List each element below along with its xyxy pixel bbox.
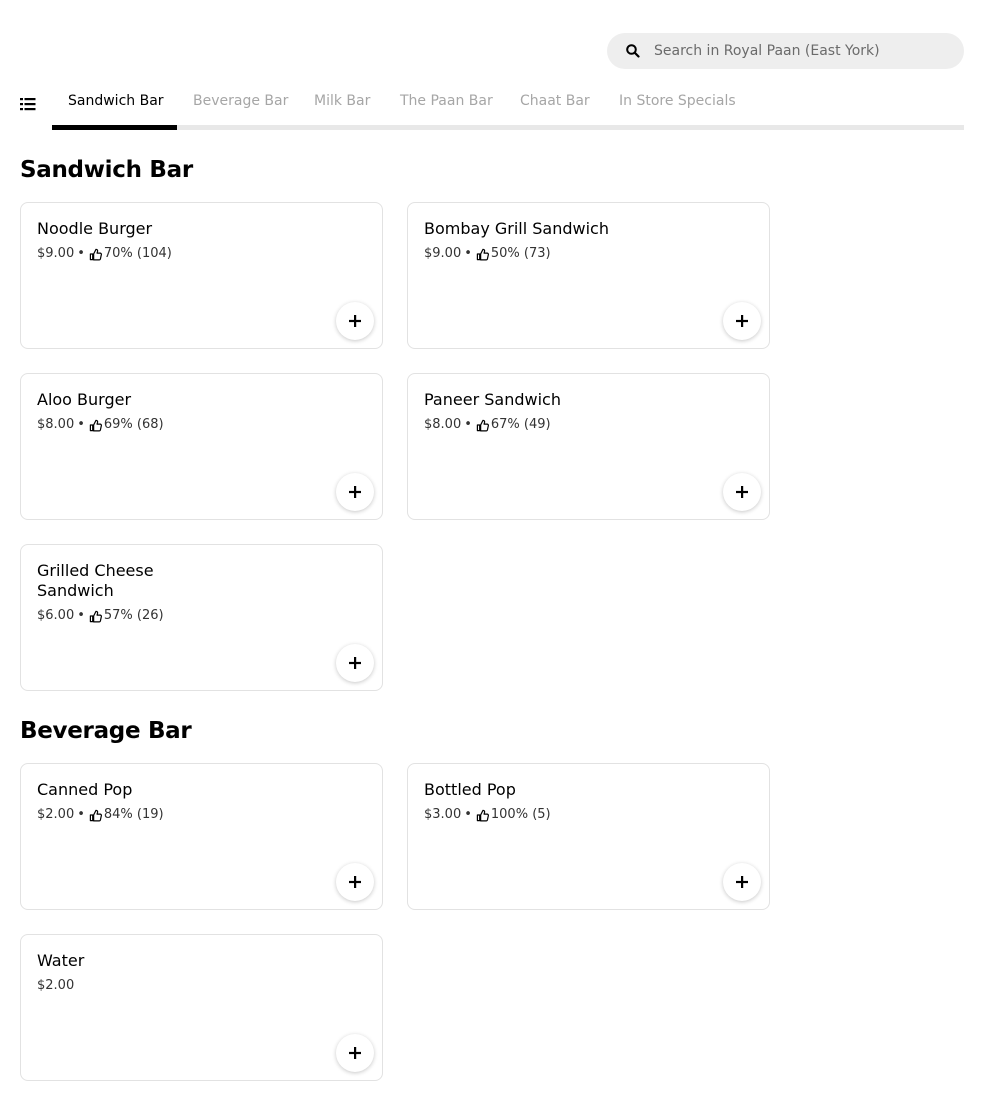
separator-dot: • <box>464 807 472 822</box>
item-price: $3.00 <box>424 807 462 822</box>
plus-icon <box>736 315 748 327</box>
item-rating: 84% (19) <box>103 807 164 822</box>
thumbs-up-icon <box>476 419 489 431</box>
plus-icon <box>349 657 361 669</box>
thumbs-up-icon <box>89 419 102 431</box>
item-rating: 50% (73) <box>490 246 551 261</box>
thumbs-up-icon <box>89 809 102 821</box>
plus-icon <box>736 876 748 888</box>
item-name: Canned Pop <box>37 780 133 799</box>
item-name: Aloo Burger <box>37 390 132 409</box>
tab-chaat-bar[interactable]: Chaat Bar <box>520 92 590 110</box>
item-name: Noodle Burger <box>37 219 153 238</box>
item-meta: $3.00 • 100% (5) <box>424 806 551 824</box>
item-meta: $9.00 • 50% (73) <box>424 245 551 263</box>
separator-dot: • <box>464 246 472 261</box>
item-meta: $2.00 <box>37 977 74 995</box>
item-meta: $9.00 • 70% (104) <box>37 245 172 263</box>
tab-sandwich-bar[interactable]: Sandwich Bar <box>68 92 164 110</box>
add-item-button[interactable] <box>723 863 761 901</box>
add-item-button[interactable] <box>723 473 761 511</box>
tab-milk-bar[interactable]: Milk Bar <box>314 92 370 110</box>
plus-icon <box>349 876 361 888</box>
item-price: $8.00 <box>37 417 75 432</box>
item-price: $2.00 <box>37 807 75 822</box>
item-price: $8.00 <box>424 417 462 432</box>
separator-dot: • <box>77 417 85 432</box>
plus-icon <box>349 1047 361 1059</box>
list-menu-icon[interactable] <box>20 97 36 111</box>
item-meta: $6.00 • 57% (26) <box>37 607 164 625</box>
separator-dot: • <box>77 608 85 623</box>
item-rating: 67% (49) <box>490 417 551 432</box>
item-name: Bottled Pop <box>424 780 516 799</box>
plus-icon <box>736 486 748 498</box>
item-rating: 70% (104) <box>103 246 172 261</box>
add-item-button[interactable] <box>336 473 374 511</box>
menu-item-card[interactable]: Paneer Sandwich $8.00 • 67% (49) <box>407 373 770 520</box>
menu-item-card[interactable]: Water $2.00 <box>20 934 383 1081</box>
plus-icon <box>349 315 361 327</box>
tab-beverage-bar[interactable]: Beverage Bar <box>193 92 288 110</box>
tab-the-paan-bar[interactable]: The Paan Bar <box>400 92 493 110</box>
item-rating: 69% (68) <box>103 417 164 432</box>
menu-item-card[interactable]: Bombay Grill Sandwich $9.00 • 50% (73) <box>407 202 770 349</box>
menu-item-card[interactable]: Bottled Pop $3.00 • 100% (5) <box>407 763 770 910</box>
thumbs-up-icon <box>476 248 489 260</box>
search-icon <box>626 44 640 58</box>
separator-dot: • <box>464 417 472 432</box>
item-price: $6.00 <box>37 608 75 623</box>
add-item-button[interactable] <box>336 302 374 340</box>
item-rating: 57% (26) <box>103 608 164 623</box>
menu-item-card[interactable]: Noodle Burger $9.00 • 70% (104) <box>20 202 383 349</box>
menu-item-card[interactable]: Aloo Burger $8.00 • 69% (68) <box>20 373 383 520</box>
menu-item-card[interactable]: Grilled Cheese Sandwich $6.00 • 57% (26) <box>20 544 383 691</box>
item-meta: $8.00 • 67% (49) <box>424 416 551 434</box>
thumbs-up-icon <box>476 809 489 821</box>
add-item-button[interactable] <box>336 1034 374 1072</box>
separator-dot: • <box>77 807 85 822</box>
tab-in-store-specials[interactable]: In Store Specials <box>619 92 736 110</box>
search-bar[interactable] <box>607 33 964 69</box>
item-price: $2.00 <box>37 978 75 993</box>
thumbs-up-icon <box>89 248 102 260</box>
menu-item-card[interactable]: Canned Pop $2.00 • 84% (19) <box>20 763 383 910</box>
add-item-button[interactable] <box>336 644 374 682</box>
active-tab-indicator <box>52 125 177 130</box>
item-price: $9.00 <box>37 246 75 261</box>
item-rating: 100% (5) <box>490 807 551 822</box>
item-name: Grilled Cheese Sandwich <box>37 561 154 600</box>
item-name: Bombay Grill Sandwich <box>424 219 609 238</box>
plus-icon <box>349 486 361 498</box>
search-input[interactable] <box>654 33 954 69</box>
add-item-button[interactable] <box>723 302 761 340</box>
item-price: $9.00 <box>424 246 462 261</box>
section-title-sandwich-bar: Sandwich Bar <box>20 157 193 183</box>
item-meta: $8.00 • 69% (68) <box>37 416 164 434</box>
item-name: Paneer Sandwich <box>424 390 561 409</box>
tabs-scroll-track <box>52 125 964 130</box>
item-meta: $2.00 • 84% (19) <box>37 806 164 824</box>
section-title-beverage-bar: Beverage Bar <box>20 718 192 744</box>
thumbs-up-icon <box>89 610 102 622</box>
item-name: Water <box>37 951 85 970</box>
separator-dot: • <box>77 246 85 261</box>
add-item-button[interactable] <box>336 863 374 901</box>
